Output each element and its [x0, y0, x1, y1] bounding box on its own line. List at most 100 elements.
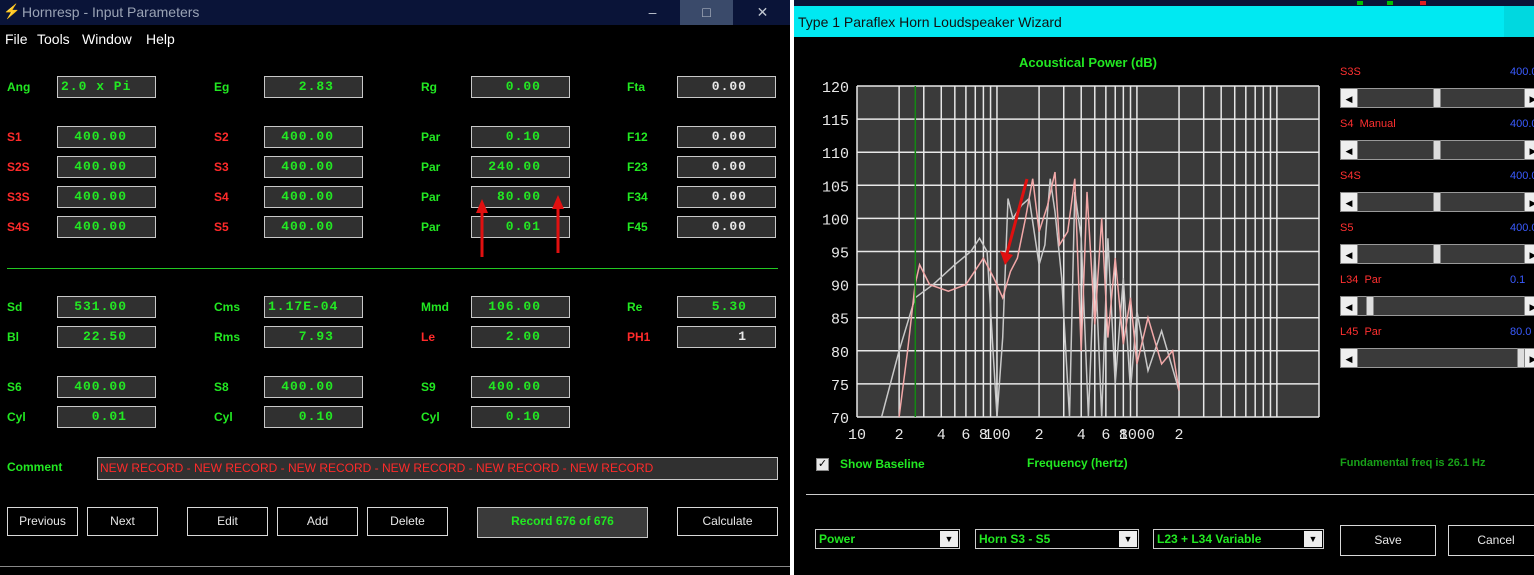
right-arrow-icon[interactable]: ▶ — [1524, 88, 1534, 108]
slider-thumb[interactable] — [1366, 296, 1375, 316]
param-label: S3 — [214, 160, 229, 174]
right-arrow-icon[interactable]: ▶ — [1524, 244, 1534, 264]
cancel-button[interactable]: Cancel — [1448, 525, 1534, 556]
calculate-button[interactable]: Calculate — [677, 507, 778, 536]
x-tick-label: 100 — [983, 427, 1010, 444]
comment-field[interactable]: NEW RECORD - NEW RECORD - NEW RECORD - N… — [97, 457, 778, 480]
slider-label: L45 Par — [1340, 326, 1382, 338]
param-field[interactable]: 0.00 — [677, 186, 776, 208]
arrow-head-1 — [476, 199, 488, 213]
param-label: Bl — [7, 330, 19, 344]
slider-label: S3S — [1340, 66, 1361, 78]
x-tick-label: 2 — [1175, 427, 1184, 444]
param-field[interactable]: 0.01 — [57, 406, 156, 428]
add-button[interactable]: Add — [277, 507, 358, 536]
param-label: F34 — [627, 190, 648, 204]
param-field[interactable]: 0.10 — [471, 126, 570, 148]
param-field[interactable]: 0.10 — [471, 406, 570, 428]
slider-panel: S3S 400.0 ◀ ▶ S4 Manual 400.0 ◀ ▶ S4S 400.0 ◀ ▶ S5 40… — [1340, 62, 1534, 382]
slider-thumb[interactable] — [1516, 348, 1525, 368]
slider-value: 80.0 — [1510, 326, 1532, 338]
x-tick-label: 4 — [1077, 427, 1086, 444]
chart-title: Acoustical Power (dB) — [1019, 55, 1157, 70]
right-arrow-icon[interactable]: ▶ — [1524, 192, 1534, 212]
right-arrow-icon[interactable]: ▶ — [1524, 348, 1534, 368]
slider-value: 400.0 — [1510, 170, 1534, 182]
param-field[interactable]: 400.00 — [264, 376, 363, 398]
param-field[interactable]: 0.00 — [677, 76, 776, 98]
horn-dropdown[interactable]: Horn S3 - S5 ▼ — [975, 529, 1139, 549]
param-field[interactable]: 1.17E-04 — [264, 296, 363, 318]
slider-thumb[interactable] — [1432, 192, 1441, 212]
length-dropdown[interactable]: L23 + L34 Variable ▼ — [1153, 529, 1324, 549]
param-field[interactable]: 2.0 x Pi — [57, 76, 156, 98]
param-field[interactable]: 400.00 — [264, 186, 363, 208]
param-label: F12 — [627, 130, 648, 144]
param-label: Cyl — [214, 410, 233, 424]
x-tick-label: 2 — [1035, 427, 1044, 444]
slider-thumb[interactable] — [1432, 88, 1441, 108]
length-dropdown-value: L23 + L34 Variable — [1157, 532, 1262, 546]
left-arrow-icon[interactable]: ◀ — [1340, 192, 1358, 212]
param-field[interactable]: 7.93 — [264, 326, 363, 348]
param-label: Cyl — [7, 410, 26, 424]
param-label: S1 — [7, 130, 22, 144]
param-field[interactable]: 400.00 — [57, 216, 156, 238]
param-field[interactable]: 531.00 — [57, 296, 156, 318]
param-field[interactable]: 400.00 — [264, 156, 363, 178]
param-label: Mmd — [421, 300, 449, 314]
left-arrow-icon[interactable]: ◀ — [1340, 244, 1358, 264]
param-label: Fta — [627, 80, 645, 94]
slider-track[interactable] — [1340, 348, 1534, 368]
slider-thumb[interactable] — [1432, 140, 1441, 160]
left-arrow-icon[interactable]: ◀ — [1340, 348, 1358, 368]
param-field[interactable]: 106.00 — [471, 296, 570, 318]
param-field[interactable]: 0.10 — [264, 406, 363, 428]
param-field[interactable]: 5.30 — [677, 296, 776, 318]
param-field[interactable]: 400.00 — [57, 156, 156, 178]
y-tick-label: 80 — [831, 345, 849, 362]
baseline-checkbox[interactable]: ✓ — [816, 458, 829, 471]
previous-button[interactable]: Previous — [7, 507, 78, 536]
param-field[interactable]: 0.00 — [471, 76, 570, 98]
right-arrow-icon[interactable]: ▶ — [1524, 296, 1534, 316]
param-field[interactable]: 400.00 — [264, 216, 363, 238]
param-field[interactable]: 0.00 — [677, 216, 776, 238]
left-arrow-icon[interactable]: ◀ — [1340, 296, 1358, 316]
y-tick-label: 95 — [831, 246, 849, 263]
save-button[interactable]: Save — [1340, 525, 1436, 556]
param-field[interactable]: 400.00 — [471, 376, 570, 398]
y-tick-label: 120 — [822, 80, 849, 97]
param-field[interactable]: 22.50 — [57, 326, 156, 348]
left-arrow-icon[interactable]: ◀ — [1340, 140, 1358, 160]
param-field[interactable]: 2.00 — [471, 326, 570, 348]
param-field[interactable]: 400.00 — [264, 126, 363, 148]
param-field[interactable]: 0.00 — [677, 126, 776, 148]
delete-button[interactable]: Delete — [367, 507, 448, 536]
param-label: S4S — [7, 220, 30, 234]
param-field[interactable]: 400.00 — [57, 186, 156, 208]
param-label: Ang — [7, 80, 31, 94]
param-field[interactable]: 0.00 — [677, 156, 776, 178]
param-label: S2 — [214, 130, 229, 144]
left-arrow-icon[interactable]: ◀ — [1340, 88, 1358, 108]
y-tick-labels: 120 115 110 105 100 95 90 85 80 75 70 — [822, 80, 849, 428]
right-arrow-icon[interactable]: ▶ — [1524, 140, 1534, 160]
param-field[interactable]: 2.83 — [264, 76, 363, 98]
param-field[interactable]: 400.00 — [57, 376, 156, 398]
horn-dropdown-value: Horn S3 - S5 — [979, 532, 1051, 546]
next-button[interactable]: Next — [87, 507, 158, 536]
param-label: Par — [421, 130, 441, 144]
param-field[interactable]: 400.00 — [57, 126, 156, 148]
edit-button[interactable]: Edit — [187, 507, 268, 536]
param-label: S3S — [7, 190, 30, 204]
x-tick-label: 6 — [1101, 427, 1110, 444]
output-dropdown[interactable]: Power ▼ — [815, 529, 960, 549]
slider-thumb[interactable] — [1432, 244, 1441, 264]
param-field[interactable]: 1 — [677, 326, 776, 348]
param-label: Par — [421, 190, 441, 204]
param-field[interactable]: 240.00 — [471, 156, 570, 178]
slider-value: 400.0 — [1510, 66, 1534, 78]
tray-icon — [1420, 1, 1426, 5]
x-tick-label: 6 — [961, 427, 970, 444]
